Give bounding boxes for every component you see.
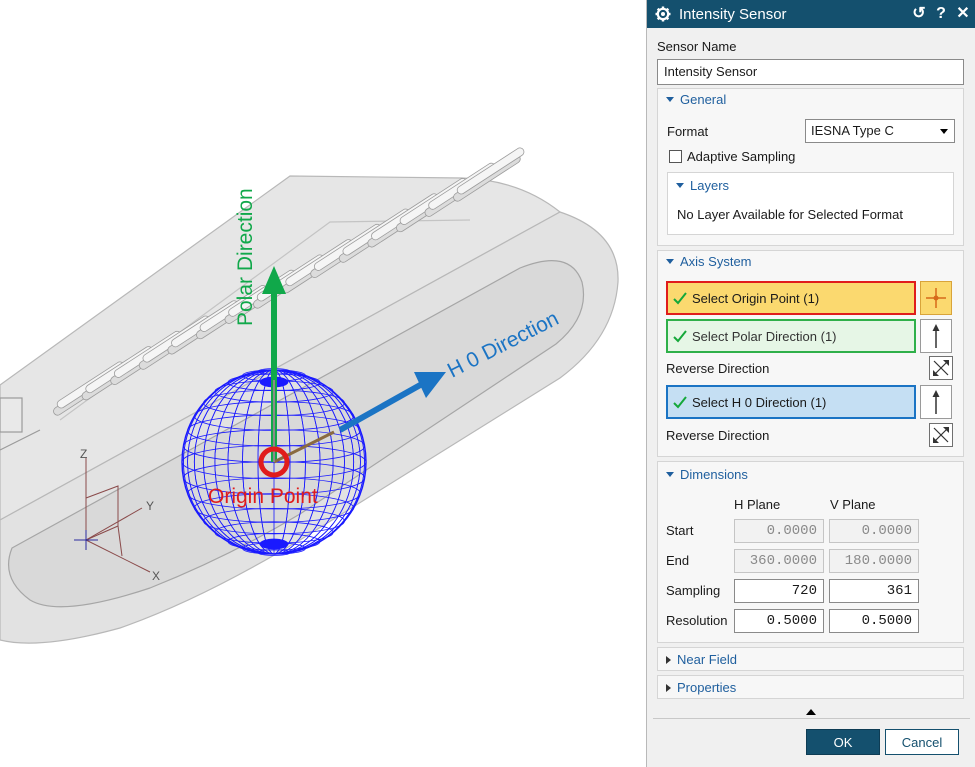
general-header-label: General <box>680 92 727 107</box>
triad-y-label: Y <box>146 499 154 513</box>
start-v-input: 0.0000 <box>829 519 919 543</box>
gear-icon <box>655 6 671 22</box>
general-group: General Format IESNA Type C Adaptive Sam… <box>657 88 964 246</box>
vector-arrow-icon <box>932 324 940 348</box>
properties-header-label: Properties <box>677 680 737 695</box>
device-body <box>0 175 619 644</box>
axis-system-header-label: Axis System <box>680 254 752 269</box>
triad-z-label: Z <box>80 447 87 461</box>
reverse-direction-label-2: Reverse Direction <box>666 428 770 443</box>
reverse-h0-direction-button[interactable] <box>929 423 953 447</box>
reset-icon[interactable]: ↺ <box>912 4 926 24</box>
sampling-v-input[interactable]: 361 <box>829 579 919 603</box>
properties-group-header[interactable]: Properties <box>666 680 736 695</box>
dimensions-header-label: Dimensions <box>680 467 748 482</box>
ok-button[interactable]: OK <box>806 729 880 755</box>
format-select[interactable]: IESNA Type C <box>805 119 955 143</box>
start-h-input: 0.0000 <box>734 519 824 543</box>
layers-group-header[interactable]: Layers <box>676 178 729 193</box>
chevron-down-icon <box>940 129 948 134</box>
select-origin-point-button[interactable]: Select Origin Point (1) <box>666 281 916 315</box>
expand-icon <box>666 655 671 664</box>
layers-group: Layers No Layer Available for Selected F… <box>667 172 954 235</box>
near-field-group-header[interactable]: Near Field <box>666 652 737 667</box>
dialog-title: Intensity Sensor <box>679 5 787 23</box>
select-origin-point-label: Select Origin Point (1) <box>692 290 820 306</box>
end-h-input: 360.0000 <box>734 549 824 573</box>
dimensions-group-header[interactable]: Dimensions <box>666 467 748 482</box>
sensor-name-label: Sensor Name <box>657 39 737 54</box>
adaptive-sampling-label: Adaptive Sampling <box>687 149 796 164</box>
collapse-icon <box>676 183 684 188</box>
reverse-direction-label-1: Reverse Direction <box>666 361 770 376</box>
origin-point-label: Origin Point <box>208 485 318 508</box>
select-h0-direction-label: Select H 0 Direction (1) <box>692 394 827 410</box>
reverse-direction-icon <box>933 427 949 443</box>
collapse-icon <box>666 259 674 264</box>
axis-system-group: Axis System Select Origin Point (1) Sele… <box>657 250 964 457</box>
near-field-group[interactable]: Near Field <box>657 647 964 671</box>
resolution-label: Resolution <box>666 613 728 628</box>
vector-arrow-icon <box>932 390 940 414</box>
help-icon[interactable]: ? <box>934 4 948 24</box>
reverse-polar-direction-button[interactable] <box>929 356 953 380</box>
model-scene: Z Y X Polar Direction H 0 Direction Orig… <box>0 147 619 644</box>
select-polar-direction-label: Select Polar Direction (1) <box>692 328 837 344</box>
h-plane-header: H Plane <box>734 497 781 512</box>
dimensions-group: Dimensions H Plane V Plane Start 0.0000 … <box>657 461 964 643</box>
v-plane-header: V Plane <box>830 497 876 512</box>
footer-divider <box>653 718 970 719</box>
checkmark-icon <box>673 396 687 409</box>
point-dialog-button[interactable] <box>920 281 952 315</box>
triad-x-label: X <box>152 569 160 583</box>
dialog-titlebar[interactable]: Intensity Sensor ↺ ? ✕ <box>647 0 975 28</box>
intensity-sensor-dialog: Intensity Sensor ↺ ? ✕ Sensor Name Inten… <box>646 0 975 767</box>
point-icon <box>926 288 946 308</box>
close-icon[interactable]: ✕ <box>956 4 970 24</box>
format-select-value: IESNA Type C <box>811 123 894 138</box>
select-polar-direction-button[interactable]: Select Polar Direction (1) <box>666 319 916 353</box>
collapse-icon <box>666 472 674 477</box>
end-label: End <box>666 553 690 568</box>
reverse-direction-icon <box>933 360 949 376</box>
polar-direction-label: Polar Direction <box>234 188 257 326</box>
checkmark-icon <box>673 292 687 305</box>
sampling-label: Sampling <box>666 583 721 598</box>
h0-vector-dialog-button[interactable] <box>920 385 952 419</box>
adaptive-sampling-checkbox[interactable] <box>669 150 682 163</box>
general-group-header[interactable]: General <box>666 92 726 107</box>
end-v-input: 180.0000 <box>829 549 919 573</box>
layers-header-label: Layers <box>690 178 730 193</box>
near-field-header-label: Near Field <box>677 652 737 667</box>
collapse-icon <box>666 97 674 102</box>
cancel-button[interactable]: Cancel <box>885 729 959 755</box>
start-label: Start <box>666 523 694 538</box>
select-h0-direction-button[interactable]: Select H 0 Direction (1) <box>666 385 916 419</box>
polar-vector-dialog-button[interactable] <box>920 319 952 353</box>
sphere-pole-bottom <box>259 538 289 550</box>
sampling-h-input[interactable]: 720 <box>734 579 824 603</box>
layers-message: No Layer Available for Selected Format <box>677 207 903 222</box>
format-label: Format <box>667 124 709 139</box>
checkmark-icon <box>673 330 687 343</box>
axis-system-group-header[interactable]: Axis System <box>666 254 752 269</box>
expand-icon <box>666 683 671 692</box>
graphics-viewport[interactable]: Z Y X Polar Direction H 0 Direction Orig… <box>0 0 646 767</box>
sensor-name-input[interactable]: Intensity Sensor <box>657 59 964 85</box>
collapse-more-icon[interactable] <box>806 709 816 715</box>
resolution-h-input[interactable]: 0.5000 <box>734 609 824 633</box>
resolution-v-input[interactable]: 0.5000 <box>829 609 919 633</box>
properties-group[interactable]: Properties <box>657 675 964 699</box>
